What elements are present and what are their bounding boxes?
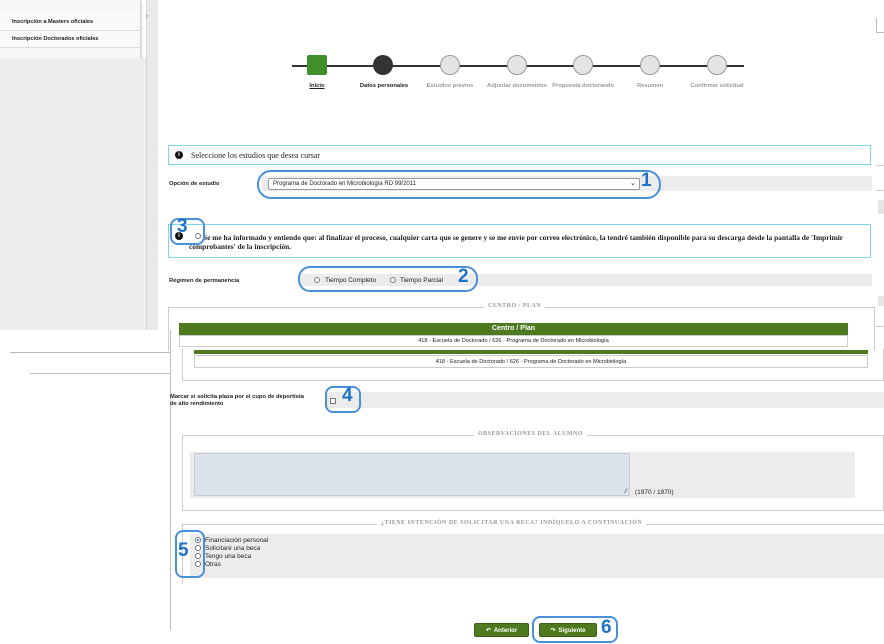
edge-block <box>878 200 884 214</box>
step-label-estudios: Estudios previos <box>426 83 474 89</box>
info-select-studies-panel: i Seleccione los estudios que desea curs… <box>168 145 871 165</box>
frame-line <box>30 373 170 374</box>
frame-line <box>10 352 170 353</box>
step-adjuntar-documentos[interactable] <box>507 55 527 75</box>
centro-plan-table-header: Centro / Plan <box>179 323 848 335</box>
chevron-left-icon[interactable]: ‹ <box>146 14 152 20</box>
step-label-propuesta: Propuesta doctorando <box>552 83 614 89</box>
frame-line <box>170 330 171 630</box>
edge-line <box>876 326 884 327</box>
centro-plan-header-bar <box>194 350 868 354</box>
beca-option-label: Tengo una beca <box>205 553 252 560</box>
callout-2-outline <box>298 266 478 292</box>
study-option-label: Opción de estudio <box>169 181 220 187</box>
observations-textarea[interactable]: ⁄⁄ <box>194 453 630 496</box>
edge-line <box>876 190 884 191</box>
step-propuesta-doctorando[interactable] <box>573 55 593 75</box>
callout-number-2: 2 <box>458 266 469 287</box>
step-inicio[interactable] <box>307 55 327 75</box>
centro-plan-legend: CENTRO / PLAN <box>484 303 546 309</box>
frame-line <box>876 18 877 32</box>
observations-char-counter: (1970 / 1970) <box>635 489 674 496</box>
step-label-datos: Datos personales <box>359 83 409 89</box>
step-label-resumen: Resumen <box>636 83 664 89</box>
previous-button-label: Anterior <box>493 628 518 634</box>
callout-number-6: 6 <box>601 617 612 638</box>
step-label-inicio: Inicio <box>309 83 325 89</box>
sidebar-item-doctorados[interactable]: Inscripción Doctorados oficiales <box>0 31 140 48</box>
undo-arrow-icon: ↶ <box>485 628 491 634</box>
info-select-studies-text: Seleccione los estudios que desea cursar <box>191 151 321 160</box>
callout-number-3: 3 <box>177 216 188 237</box>
left-panel-background <box>0 58 146 330</box>
step-estudios-previos[interactable] <box>440 55 460 75</box>
table-row: 418 - Escuela de Doctorado / 626 - Progr… <box>179 335 848 347</box>
beca-option-label: Solicitaré una beca <box>205 545 261 552</box>
previous-button[interactable]: ↶ Anterior <box>474 623 529 637</box>
beca-option-label: Otras <box>205 561 221 568</box>
observations-legend: OBSERVACIONES DEL ALUMNO <box>474 431 588 437</box>
beca-row-bg <box>190 534 884 578</box>
info-icon: i <box>175 151 183 159</box>
athlete-row-bg <box>325 392 884 408</box>
step-datos-personales[interactable] <box>373 55 393 75</box>
callout-number-1: 1 <box>641 170 652 191</box>
frame-line <box>876 32 884 33</box>
edge-line <box>876 165 884 166</box>
notice-text: Se me ha informado y entiendo que: al fi… <box>189 233 843 251</box>
sidebar-item-masters[interactable]: Inscripción a Masters oficiales <box>0 14 140 31</box>
table-row: 418 - Escuela de Doctorado / 626 - Progr… <box>194 355 868 368</box>
sidebar: Inscripción a Masters oficiales Inscripc… <box>0 0 141 59</box>
step-confirmar-solicitud[interactable] <box>707 55 727 75</box>
beca-option-label: Financiación personal <box>205 537 269 544</box>
notice-panel: i Se me ha informado y entiendo que: al … <box>168 224 871 258</box>
athlete-label: Marcar si solicita plaza por el cupo de … <box>170 394 305 407</box>
beca-legend: ¿TIENE INTENCIÓN DE SOLICITAR UNA BECA? … <box>377 520 647 526</box>
callout-number-5: 5 <box>178 540 189 561</box>
resize-handle-icon[interactable]: ⁄⁄ <box>625 489 627 495</box>
callout-1-outline <box>257 170 661 199</box>
edge-block <box>878 296 884 306</box>
sidebar-gutter <box>146 0 158 330</box>
step-label-adjuntar: Adjuntar documentos <box>487 83 547 89</box>
step-resumen[interactable] <box>640 55 660 75</box>
callout-number-4: 4 <box>342 385 353 406</box>
permanence-label: Régimen de permanencia <box>169 278 240 284</box>
step-label-confirmar: Confirmar solicitud <box>690 83 744 89</box>
